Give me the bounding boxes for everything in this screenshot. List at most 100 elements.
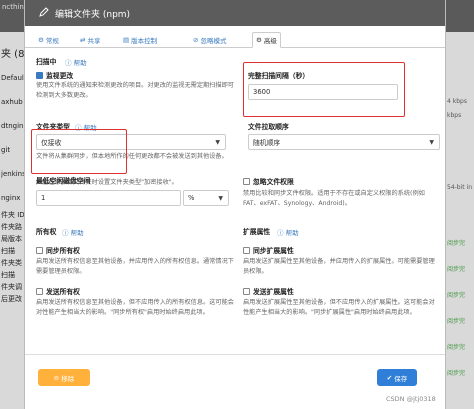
background-left-item: 扫描 xyxy=(1,271,15,279)
xattr-label: 扩展属性 xyxy=(243,228,271,236)
background-brand: ncthin xyxy=(2,3,24,11)
checkbox-box[interactable] xyxy=(36,71,43,79)
pull-order-label: 文件拉取顺序 xyxy=(248,123,289,131)
checkbox-label: 发送所有权 xyxy=(46,288,80,296)
select-value: % xyxy=(188,194,195,202)
background-left-item: 夹 (8 xyxy=(1,49,24,60)
background-right-item: 54-bit in xyxy=(447,184,473,191)
background-right-item: 阅步完 xyxy=(447,240,466,247)
send-xattr-description: 启用发送扩展属性至其他设备，但不应用传入的扩展属性。这可能会对性能产生相当大的影… xyxy=(243,299,435,316)
checkbox-label: 发送扩展属性 xyxy=(253,288,294,296)
scan-help-link[interactable]: ⓘ 帮助 xyxy=(65,57,87,67)
tab-label: 共享 xyxy=(87,37,101,45)
select-value: 随机顺序 xyxy=(253,139,281,147)
scan-label: 扫描中 xyxy=(36,58,57,66)
sync-ownership-checkbox[interactable]: 同步所有权 xyxy=(36,245,80,255)
background-left-item: jenkins xyxy=(1,170,24,178)
dialog-tabs: ⚙ 常规 ⇄ 共享 ▤ 版本控制 ⊘ 忽略模式 ⚙ 高级 xyxy=(25,31,445,48)
scan-description: 使用文件系统的通知来检测更改的项目。对更改的监视无需定期扫描即可检测到大多数更改… xyxy=(36,82,234,99)
ownership-label: 所有权 xyxy=(36,228,57,236)
save-button[interactable]: ✔ 保存 xyxy=(377,369,417,386)
highlight-box xyxy=(243,62,405,117)
checkbox-box[interactable] xyxy=(243,287,250,295)
checkbox-box[interactable] xyxy=(36,246,43,254)
min-disk-unit-select[interactable]: % ▼ xyxy=(183,190,229,206)
background-left-item: 件夹路 xyxy=(1,223,22,231)
cogs-icon: ⚙ xyxy=(256,36,262,44)
checkbox-box[interactable] xyxy=(243,246,250,254)
tab-versioning[interactable]: ▤ 版本控制 xyxy=(120,32,160,48)
tab-sharing[interactable]: ⇄ 共享 xyxy=(77,32,103,48)
tab-general[interactable]: ⚙ 常规 xyxy=(35,32,62,48)
checkbox-label: 监视更改 xyxy=(46,72,74,80)
dialog-footer: ⊖ 移除 ✔ 保存 xyxy=(25,354,445,409)
tab-label: 高级 xyxy=(263,37,277,45)
filter-icon: ⊘ xyxy=(193,36,199,44)
background-left-panel: 夹 (8 Defaul axhub dtngin git jenkins ngi… xyxy=(0,32,24,409)
background-left-item: 后更改 xyxy=(1,295,22,303)
input-value: 1 xyxy=(41,194,46,202)
ownership-help-link[interactable]: ⓘ 帮助 xyxy=(62,227,84,237)
ignore-permissions-checkbox[interactable]: 忽略文件权限 xyxy=(243,176,294,186)
dialog-title: 编辑文件夹 (npm) xyxy=(55,9,131,20)
min-disk-free-input[interactable]: 1 xyxy=(36,190,181,206)
tab-label: 忽略模式 xyxy=(200,37,227,45)
watermark: CSDN @jtj0318 xyxy=(386,395,436,403)
help-label: 帮助 xyxy=(73,59,87,67)
xattr-help-link[interactable]: ⓘ 帮助 xyxy=(277,227,299,237)
remove-button[interactable]: ⊖ 移除 xyxy=(38,369,90,386)
checkbox-label: 同步所有权 xyxy=(46,247,80,255)
background-left-item: nginx xyxy=(1,194,21,202)
background-left-item: 件夹调 xyxy=(1,283,22,291)
sync-ownership-description: 启用发送所有权信息至其他设备，并应用传入的所有权信息。通常情况下需要管理员权限。 xyxy=(36,258,234,275)
tab-label: 版本控制 xyxy=(131,37,158,45)
background-right-item: 阅步完 xyxy=(447,292,466,299)
files-icon: ▤ xyxy=(123,36,130,44)
watch-changes-checkbox[interactable]: 监视更改 xyxy=(36,70,73,80)
background-right-item: 阅步完 xyxy=(447,344,466,351)
button-label: 移除 xyxy=(61,374,75,383)
checkbox-box[interactable] xyxy=(36,287,43,295)
background-left-item: 局版本 xyxy=(1,235,22,243)
background-right-item: 4 kbps xyxy=(447,98,467,105)
share-icon: ⇄ xyxy=(80,36,86,44)
background-left-item: dtngin xyxy=(1,122,24,130)
check-icon: ✔ xyxy=(386,373,393,382)
tab-label: 常规 xyxy=(45,37,59,45)
send-ownership-description: 启用发送所有权信息至其他设备，但不应用传入的所有权信息。这可能会对性能产生相当大… xyxy=(36,299,234,316)
sync-xattr-description: 启用发送扩展属性至其他设备，并应用传入的扩展属性。可能需要管理员权限。 xyxy=(243,258,435,275)
question-icon: ⓘ xyxy=(277,229,284,237)
chevron-down-icon: ▼ xyxy=(215,139,220,146)
background-left-item: axhub xyxy=(1,98,23,106)
checkbox-label: 忽略文件权限 xyxy=(253,178,294,186)
button-label: 保存 xyxy=(394,374,408,383)
send-ownership-checkbox[interactable]: 发送所有权 xyxy=(36,286,80,296)
checkbox-box[interactable] xyxy=(243,177,250,185)
minus-circle-icon: ⊖ xyxy=(53,373,60,382)
sync-xattr-checkbox[interactable]: 同步扩展属性 xyxy=(243,245,294,255)
chevron-down-icon: ▼ xyxy=(429,139,434,146)
background-left-item: 扫描 xyxy=(1,247,15,255)
gear-icon: ⚙ xyxy=(38,36,44,44)
tab-advanced[interactable]: ⚙ 高级 xyxy=(252,32,281,48)
question-icon: ⓘ xyxy=(62,229,69,237)
background-left-item: 件夹类 xyxy=(1,259,22,267)
ignore-permissions-description: 禁用比较和同步文件权限。适用于不存在或自定义权限的系统(例如FAT、exFAT、… xyxy=(243,190,425,207)
background-right-item: 阅步完 xyxy=(447,318,466,325)
background-right-item: kbps xyxy=(447,112,462,119)
background-right-item: 阅步完 xyxy=(447,370,466,377)
help-label: 帮助 xyxy=(285,229,299,237)
pencil-icon xyxy=(39,6,51,20)
tab-ignore-patterns[interactable]: ⊘ 忽略模式 xyxy=(190,32,229,48)
background-left-item: 件夹 ID xyxy=(1,211,24,219)
send-xattr-checkbox[interactable]: 发送扩展属性 xyxy=(243,286,294,296)
pull-order-select[interactable]: 随机顺序 ▼ xyxy=(248,134,440,150)
help-label: 帮助 xyxy=(70,229,84,237)
checkbox-label: 同步扩展属性 xyxy=(253,247,294,255)
min-disk-free-label: 最低空闲磁盘空间 xyxy=(36,177,91,185)
background-right-item: 阅步完 xyxy=(447,266,466,273)
edit-folder-dialog: 编辑文件夹 (npm) ⚙ 常规 ⇄ 共享 ▤ 版本控制 ⊘ 忽略模式 ⚙ 高级… xyxy=(24,0,446,409)
question-icon: ⓘ xyxy=(65,59,72,67)
background-right-panel: 4 kbps kbps 54-bit in 阅步完 阅步完 阅步完 阅步完 阅步… xyxy=(446,32,474,409)
highlight-box xyxy=(31,129,127,174)
